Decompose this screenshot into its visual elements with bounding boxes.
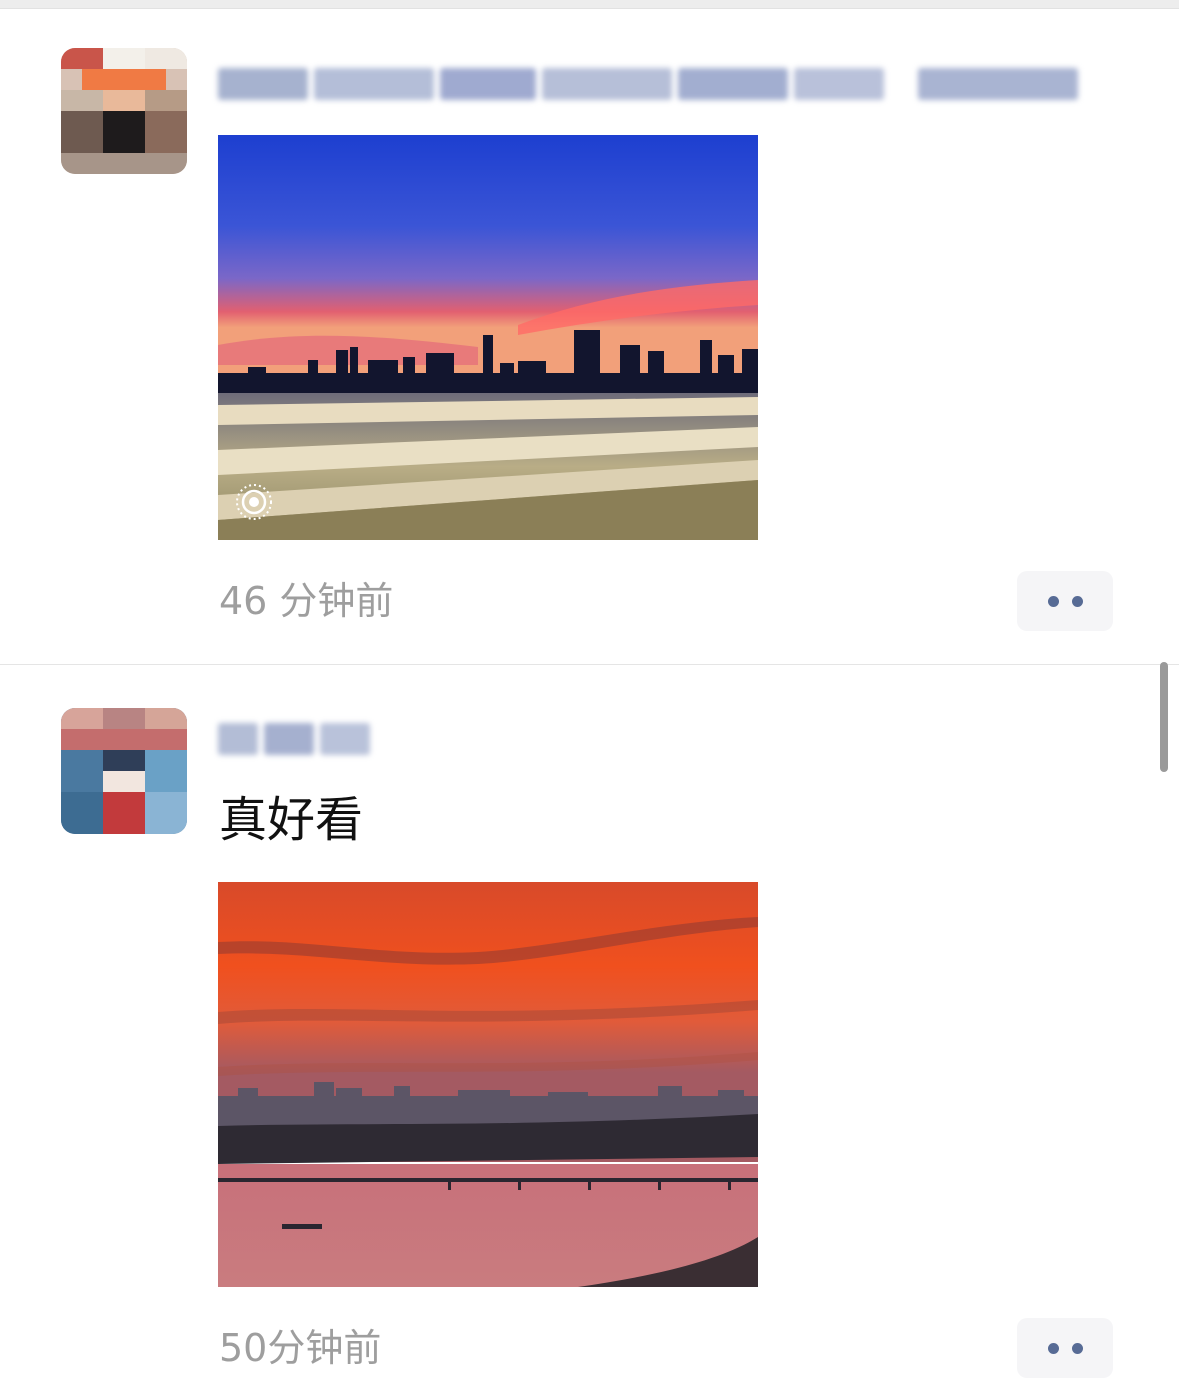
post-photo[interactable] bbox=[218, 882, 758, 1287]
post-caption: 真好看 bbox=[219, 792, 364, 848]
post-timestamp: 50分钟前 bbox=[219, 1326, 382, 1370]
more-options-button[interactable] bbox=[1017, 1318, 1113, 1378]
avatar[interactable] bbox=[61, 48, 187, 174]
username-blurred[interactable] bbox=[218, 60, 1078, 106]
moment-post: 46 分钟前 bbox=[0, 8, 1179, 665]
post-timestamp: 46 分钟前 bbox=[219, 579, 394, 623]
live-photo-icon bbox=[234, 482, 274, 522]
scrollbar[interactable] bbox=[1160, 662, 1168, 772]
more-dots-icon bbox=[1047, 1342, 1059, 1354]
username-blurred[interactable] bbox=[218, 715, 373, 761]
more-dots-icon bbox=[1047, 595, 1059, 607]
moment-post: 真好看 50分钟前 bbox=[0, 665, 1179, 1393]
post-photo[interactable] bbox=[218, 135, 758, 540]
more-options-button[interactable] bbox=[1017, 571, 1113, 631]
avatar[interactable] bbox=[61, 708, 187, 834]
